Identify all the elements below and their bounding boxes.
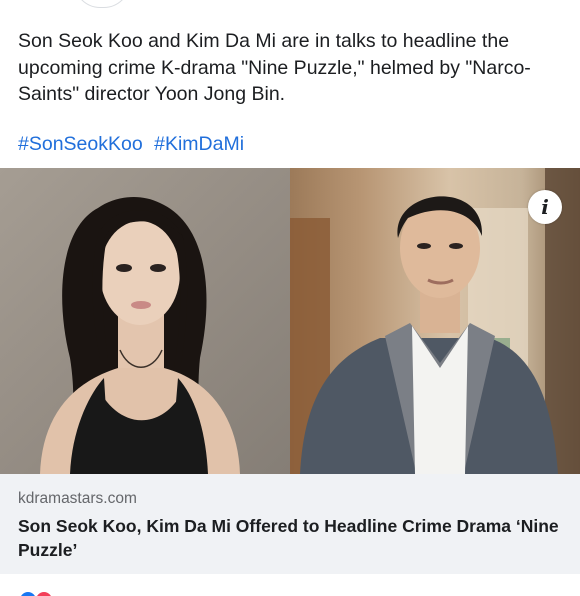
link-preview-card[interactable]: kdramastars.com Son Seok Koo, Kim Da Mi … xyxy=(0,474,580,574)
photo-actor[interactable]: i xyxy=(290,168,580,474)
post-text: Son Seok Koo and Kim Da Mi are in talks … xyxy=(18,30,531,105)
reaction-icons[interactable] xyxy=(18,590,54,596)
photo-actress[interactable] xyxy=(0,168,290,474)
hashtags: #SonSeokKoo #KimDaMi xyxy=(18,131,250,157)
link-title[interactable]: Son Seok Koo, Kim Da Mi Offered to Headl… xyxy=(18,514,568,562)
link-domain: kdramastars.com xyxy=(18,490,137,507)
love-reaction-icon xyxy=(34,590,54,596)
hashtag-link[interactable]: #SonSeokKoo xyxy=(18,133,143,155)
facebook-post: Son Seok Koo and Kim Da Mi are in talks … xyxy=(0,0,580,596)
post-media[interactable]: i xyxy=(0,168,580,474)
hashtag-link[interactable]: #KimDaMi xyxy=(154,133,244,155)
info-icon[interactable]: i xyxy=(528,190,562,224)
actress-illustration xyxy=(40,196,240,474)
profile-avatar[interactable] xyxy=(74,0,130,8)
